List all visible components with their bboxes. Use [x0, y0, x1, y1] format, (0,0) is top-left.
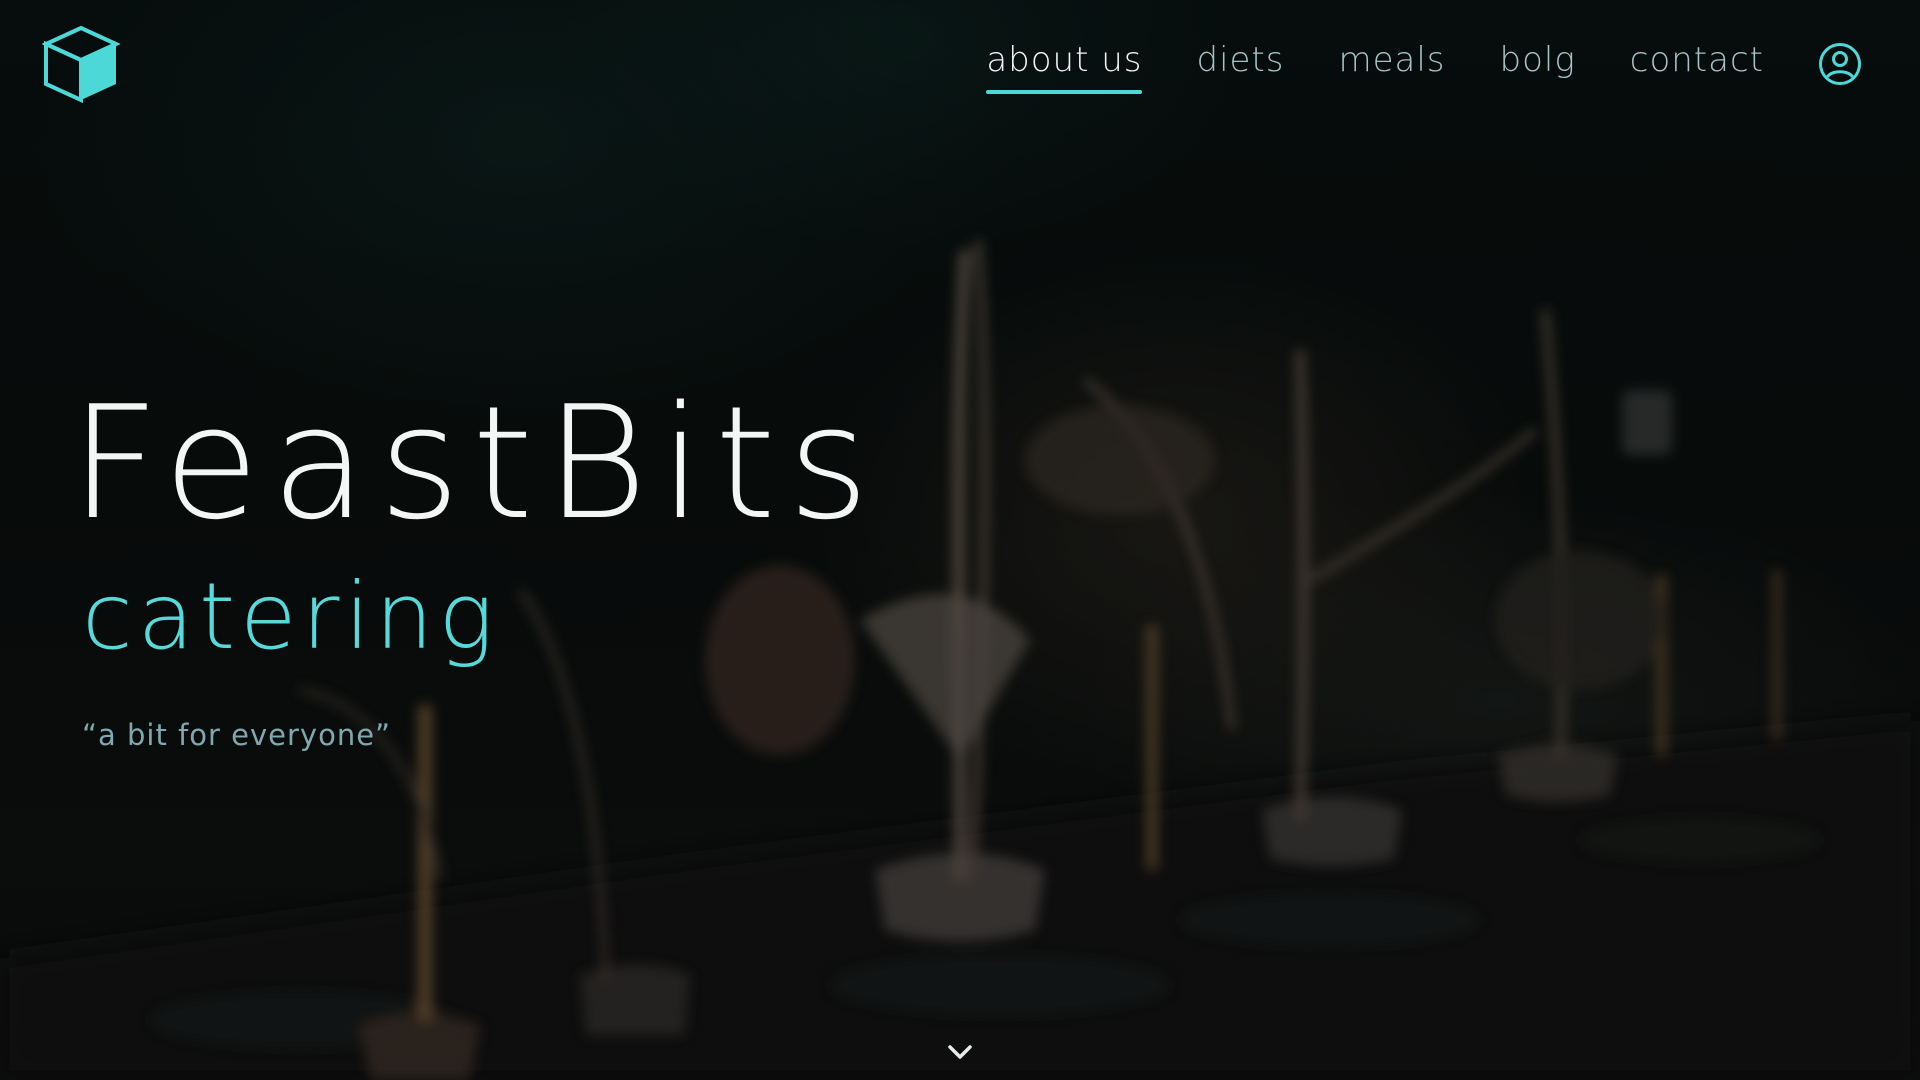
- nav-item-blog[interactable]: bolg: [1500, 36, 1576, 94]
- nav-item-about-us[interactable]: about us: [986, 36, 1143, 94]
- user-icon[interactable]: [1818, 42, 1862, 86]
- nav-item-diets[interactable]: diets: [1196, 36, 1284, 94]
- landing-page: about us diets meals bolg contact FeastB…: [0, 0, 1920, 1080]
- nav-item-contact[interactable]: contact: [1630, 36, 1764, 94]
- cube-icon[interactable]: [42, 24, 120, 104]
- hero-subtitle: catering: [82, 563, 499, 670]
- hero-tagline: “a bit for everyone”: [82, 718, 392, 752]
- main-nav: about us diets meals bolg contact: [986, 36, 1764, 94]
- nav-item-meals[interactable]: meals: [1338, 36, 1445, 94]
- chevron-down-icon[interactable]: [944, 1040, 976, 1064]
- hero-title: FeastBits: [70, 372, 882, 554]
